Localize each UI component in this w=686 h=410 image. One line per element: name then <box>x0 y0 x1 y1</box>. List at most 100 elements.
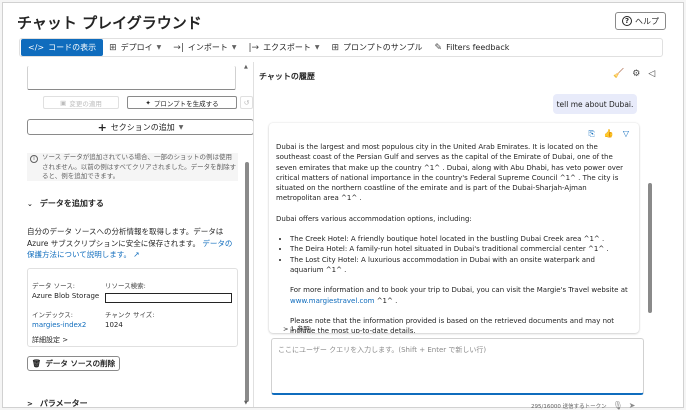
chevron-down-icon: ▼ <box>314 44 320 51</box>
delete-data-source-label: データ ソースの削除 <box>45 359 116 368</box>
chevron-down-icon: ▼ <box>156 44 162 51</box>
help-label: ヘルプ <box>635 16 659 26</box>
citation-marker: ^1^ . <box>376 296 398 305</box>
thumbs-down-icon[interactable]: ▽ <box>623 129 629 139</box>
assistant-paragraph: Please note that the information provide… <box>290 316 615 333</box>
user-query-input[interactable]: ここにユーザー クエリを入力します。(Shift + Enter で新しい行) <box>271 338 644 395</box>
grid-icon: ⊞ <box>331 42 339 53</box>
chat-scrollbar[interactable] <box>646 123 654 333</box>
delete-data-source-button[interactable]: 🗑 データ ソースの削除 <box>27 356 120 371</box>
references-label: 1 参照 <box>290 325 310 333</box>
advanced-settings-label: 詳細設定 <box>32 336 60 344</box>
filters-feedback-button[interactable]: ✎ Filters feedback <box>429 39 516 56</box>
code-icon: </> <box>28 43 45 52</box>
apply-changes-label: 変更の適用 <box>69 99 102 108</box>
data-source-card: データ ソース: リソース検索: Azure Blob Storage インデッ… <box>27 268 238 347</box>
deploy-label: デプロイ <box>120 43 153 52</box>
external-link-icon: ↗ <box>133 250 140 259</box>
assistant-paragraph: For more information and to book your tr… <box>276 285 628 306</box>
parameters-heading: パラメーター <box>39 399 88 407</box>
microphone-icon[interactable]: 🎙 <box>613 401 623 410</box>
margies-travel-link[interactable]: www.margiestravel.com <box>290 297 374 305</box>
plus-icon: + <box>97 120 107 134</box>
copy-icon[interactable]: ⎘ <box>588 129 594 139</box>
deploy-icon: ⊞ <box>109 42 117 53</box>
list-item: The Deira Hotel: A family-run hotel situ… <box>290 244 628 254</box>
advanced-settings-toggle[interactable]: 詳細設定 > <box>32 335 68 345</box>
add-data-heading: データを追加する <box>39 199 104 208</box>
chat-footer: 295/16000 送信するトークン 🎙 ➤ <box>531 401 635 410</box>
chat-actions: 🧹 ⚙ ◁ <box>613 69 655 79</box>
prompt-samples-button[interactable]: ⊞ プロンプトのサンプル <box>325 39 428 56</box>
chevron-right-icon: > <box>27 399 33 408</box>
add-data-description: 自分のデータ ソースへの分析情報を取得します。データは Azure サブスクリプ… <box>27 226 239 261</box>
notice-text: ソース データが追加されている場合、一部のショットの例は使用されません。以前の例… <box>42 153 237 180</box>
add-section-label: セクションの追加 <box>110 122 175 132</box>
index-label: インデックス: <box>32 311 73 319</box>
apply-changes-button[interactable]: ▣ 変更の適用 <box>43 96 119 109</box>
description-text: 自分のデータ ソースへの分析情報を取得します。データは Azure サブスクリプ… <box>27 227 224 248</box>
filters-feedback-label: Filters feedback <box>446 43 510 52</box>
parameters-accordion[interactable]: > パラメーター <box>27 398 88 407</box>
references-toggle[interactable]: > 1 参照 <box>283 323 310 333</box>
data-source-label: データ ソース: <box>32 282 75 290</box>
resource-search-label: リソース検索: <box>105 282 146 290</box>
import-label: インポート <box>187 43 228 52</box>
send-icon[interactable]: ➤ <box>629 401 636 410</box>
generate-prompt-button[interactable]: ✦ プロンプトを生成する <box>127 96 237 109</box>
add-data-accordion[interactable]: ⌄ データを追加する <box>27 198 104 209</box>
export-label: エクスポート <box>263 43 311 52</box>
chunk-size-label: チャンク サイズ: <box>105 311 155 319</box>
toolbar: </> コードの表示 ⊞ デプロイ ▼ →| インポート ▼ |→ エクスポート… <box>19 38 663 57</box>
feedback-icon: ✎ <box>434 42 443 53</box>
import-button[interactable]: →| インポート ▼ <box>167 39 242 56</box>
settings-icon[interactable]: ⚙ <box>632 69 640 79</box>
list-item: The Creek Hotel: A friendly boutique hot… <box>290 234 628 244</box>
chevron-right-icon: > <box>62 336 69 344</box>
assistant-paragraph: Dubai offers various accommodation optio… <box>276 214 472 223</box>
broom-icon[interactable]: 🧹 <box>613 69 624 79</box>
chunk-size-value: 1024 <box>105 321 123 329</box>
export-button[interactable]: |→ エクスポート ▼ <box>242 39 325 56</box>
view-code-label: コードの表示 <box>48 43 97 52</box>
chat-history-title: チャットの履歴 <box>259 72 315 81</box>
setup-scrollbar-thumb[interactable] <box>245 162 249 402</box>
hotel-list: The Creek Hotel: A friendly boutique hot… <box>276 234 628 275</box>
scroll-down-icon: ▼ <box>244 400 248 406</box>
trash-icon: 🗑 <box>31 359 42 368</box>
view-code-button[interactable]: </> コードの表示 <box>21 39 104 56</box>
chevron-down-icon: ▼ <box>231 44 237 51</box>
paragraph-text: For more information and to book your tr… <box>290 286 628 295</box>
chevron-right-icon: > <box>283 325 289 333</box>
chevron-down-icon: ▼ <box>178 123 184 131</box>
list-item: The Lost City Hotel: A luxurious accommo… <box>290 255 628 276</box>
assistant-paragraph: Dubai is the largest and most populous c… <box>276 143 624 203</box>
chat-scrollbar-thumb[interactable] <box>648 183 652 313</box>
save-icon: ▣ <box>60 98 67 107</box>
help-icon: ? <box>622 16 632 26</box>
assistant-message-body: Dubai is the largest and most populous c… <box>276 142 628 333</box>
message-actions: ⎘ 👍 ▽ <box>588 129 629 139</box>
input-placeholder: ここにユーザー クエリを入力します。(Shift + Enter で新しい行) <box>278 346 487 354</box>
setup-scrollbar[interactable]: ▲ ▼ <box>243 62 251 407</box>
sparkle-icon: ✦ <box>145 98 151 107</box>
info-icon: i <box>30 155 38 163</box>
info-notice: i ソース データが追加されている場合、一部のショットの例は使用されません。以前… <box>27 153 238 181</box>
export-icon: |→ <box>248 42 260 53</box>
token-counter: 295/16000 送信するトークン <box>531 403 607 410</box>
prompt-samples-label: プロンプトのサンプル <box>343 43 423 52</box>
thumbs-up-icon[interactable]: 👍 <box>604 129 614 139</box>
chevron-down-icon: ⌄ <box>27 199 33 208</box>
resource-search-input[interactable] <box>105 293 232 303</box>
add-section-button[interactable]: + セクションの追加 ▼ <box>27 119 253 135</box>
generate-prompt-label: プロンプトを生成する <box>153 99 219 108</box>
collapse-panel-icon[interactable]: ◁ <box>648 69 655 79</box>
chat-playground-page: チャット プレイグラウンド ? ヘルプ </> コードの表示 ⊞ デプロイ ▼ … <box>2 2 684 410</box>
help-button[interactable]: ? ヘルプ <box>615 12 666 30</box>
index-link[interactable]: margies-index2 <box>32 321 86 329</box>
data-source-value: Azure Blob Storage <box>32 292 100 300</box>
deploy-button[interactable]: ⊞ デプロイ ▼ <box>103 39 167 56</box>
setup-panel: ▣ 変更の適用 ✦ プロンプトを生成する ↺ + セクションの追加 ▼ i ソー… <box>19 62 254 407</box>
assistant-message: ⎘ 👍 ▽ Dubai is the largest and most popu… <box>269 123 639 333</box>
system-message-textarea[interactable] <box>27 66 236 90</box>
